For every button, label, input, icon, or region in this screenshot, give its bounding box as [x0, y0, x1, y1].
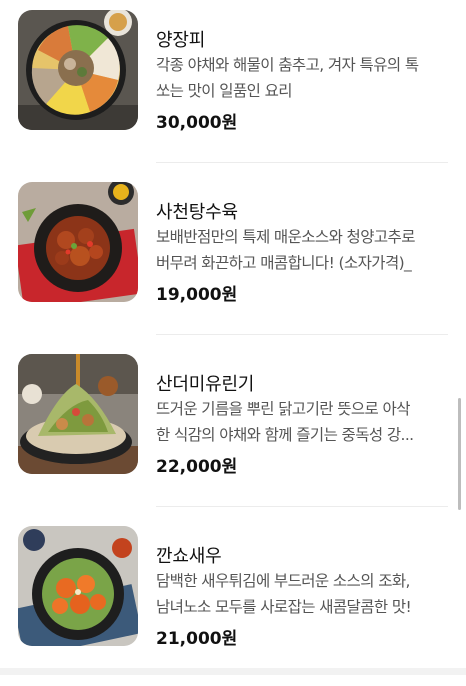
divider: [156, 506, 448, 507]
menu-item-title: 사천탕수육: [156, 202, 238, 223]
scrollbar[interactable]: [458, 398, 461, 510]
menu-item-description: 담백한 새우튀김에 부드러운 소스의 조화, 남녀노소 모두를 사로잡는 새콤달…: [156, 572, 412, 616]
menu-item-description: 보배반점만의 특제 매운소스와 청양고추로 버무려 화끈하고 매콤합니다! (소…: [156, 228, 415, 272]
menu-item-photo[interactable]: [18, 182, 138, 302]
menu-item-price: 21,000원: [156, 629, 238, 649]
menu-item-title: 깐쇼새우: [156, 546, 222, 567]
menu-item-sacheon-tangsuyuk[interactable]: 사천탕수육 보배반점만의 특제 매운소스와 청양고추로 버무려 화끈하고 매콤합…: [0, 172, 466, 342]
menu-item-description: 뜨거운 기름을 뿌린 닭고기란 뜻으로 아삭 한 식감의 야채와 함께 즐기는 …: [156, 400, 414, 444]
divider: [156, 334, 448, 335]
menu-item-kkansho-saeu[interactable]: 깐쇼새우 담백한 새우튀김에 부드러운 소스의 조화, 남녀노소 모두를 사로잡…: [0, 516, 466, 686]
menu-item-price: 30,000원: [156, 113, 238, 133]
menu-item-photo[interactable]: [18, 10, 138, 130]
menu-item-price: 19,000원: [156, 285, 238, 305]
menu-item-sandeomi-yuringi[interactable]: 산더미유린기 뜨거운 기름을 뿌린 닭고기란 뜻으로 아삭 한 식감의 야채와 …: [0, 344, 466, 514]
menu-item-description: 각종 야채와 해물이 춤추고, 겨자 특유의 톡 쏘는 맛이 일품인 요리: [156, 56, 419, 100]
menu-item-title: 산더미유린기: [156, 374, 255, 395]
bottom-edge: [0, 668, 466, 675]
menu-item-photo[interactable]: [18, 526, 138, 646]
menu-item-photo[interactable]: [18, 354, 138, 474]
menu-item-title: 양장피: [156, 30, 206, 51]
divider: [156, 162, 448, 163]
menu-item-price: 22,000원: [156, 457, 238, 477]
menu-item-yangjangpi[interactable]: 양장피 각종 야채와 해물이 춤추고, 겨자 특유의 톡 쏘는 맛이 일품인 요…: [0, 0, 466, 170]
